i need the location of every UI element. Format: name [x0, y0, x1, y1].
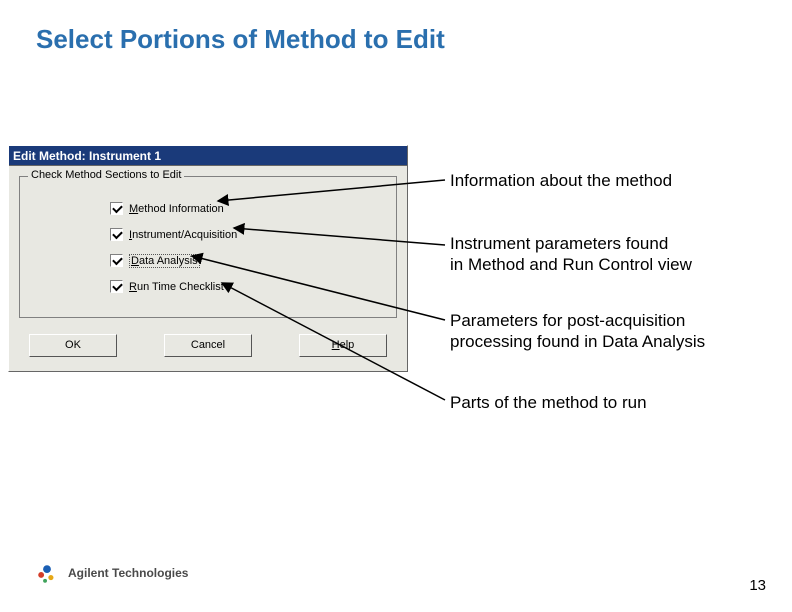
- edit-method-dialog: Edit Method: Instrument 1 Method Informa…: [8, 145, 408, 372]
- checkbox-method-information[interactable]: Method Information: [110, 200, 386, 217]
- footer-logo: Agilent Technologies: [34, 560, 188, 586]
- annotation-method-info: Information about the method: [450, 170, 672, 191]
- check-icon: [110, 228, 123, 241]
- page-number: 13: [749, 577, 766, 594]
- dialog-body: Method Information Instrument/Acquisitio…: [9, 166, 407, 322]
- check-icon: [110, 254, 123, 267]
- method-sections-groupbox: Method Information Instrument/Acquisitio…: [19, 176, 397, 318]
- checkbox-instrument-acquisition[interactable]: Instrument/Acquisition: [110, 226, 386, 243]
- checkbox-label: Method Information: [129, 203, 224, 215]
- annotation-instrument-params: Instrument parameters found in Method an…: [450, 233, 692, 276]
- checkbox-data-analysis[interactable]: Data Analysis: [110, 252, 386, 269]
- help-button[interactable]: Help: [299, 334, 387, 357]
- checkbox-label: Run Time Checklist: [129, 281, 224, 293]
- dialog-button-row: OK Cancel Help: [9, 322, 407, 371]
- page-title: Select Portions of Method to Edit: [36, 24, 445, 55]
- checkbox-label: Data Analysis: [129, 254, 200, 268]
- dialog-title-bar: Edit Method: Instrument 1: [9, 146, 407, 166]
- annotation-runtime: Parts of the method to run: [450, 392, 647, 413]
- checkbox-label: Instrument/Acquisition: [129, 229, 237, 241]
- check-icon: [110, 280, 123, 293]
- checkbox-runtime-checklist[interactable]: Run Time Checklist: [110, 278, 386, 295]
- footer-brand-text: Agilent Technologies: [68, 566, 188, 580]
- agilent-logo-icon: [34, 560, 60, 586]
- annotation-data-analysis: Parameters for post-acquisition processi…: [450, 310, 705, 353]
- cancel-button[interactable]: Cancel: [164, 334, 252, 357]
- ok-button[interactable]: OK: [29, 334, 117, 357]
- check-icon: [110, 202, 123, 215]
